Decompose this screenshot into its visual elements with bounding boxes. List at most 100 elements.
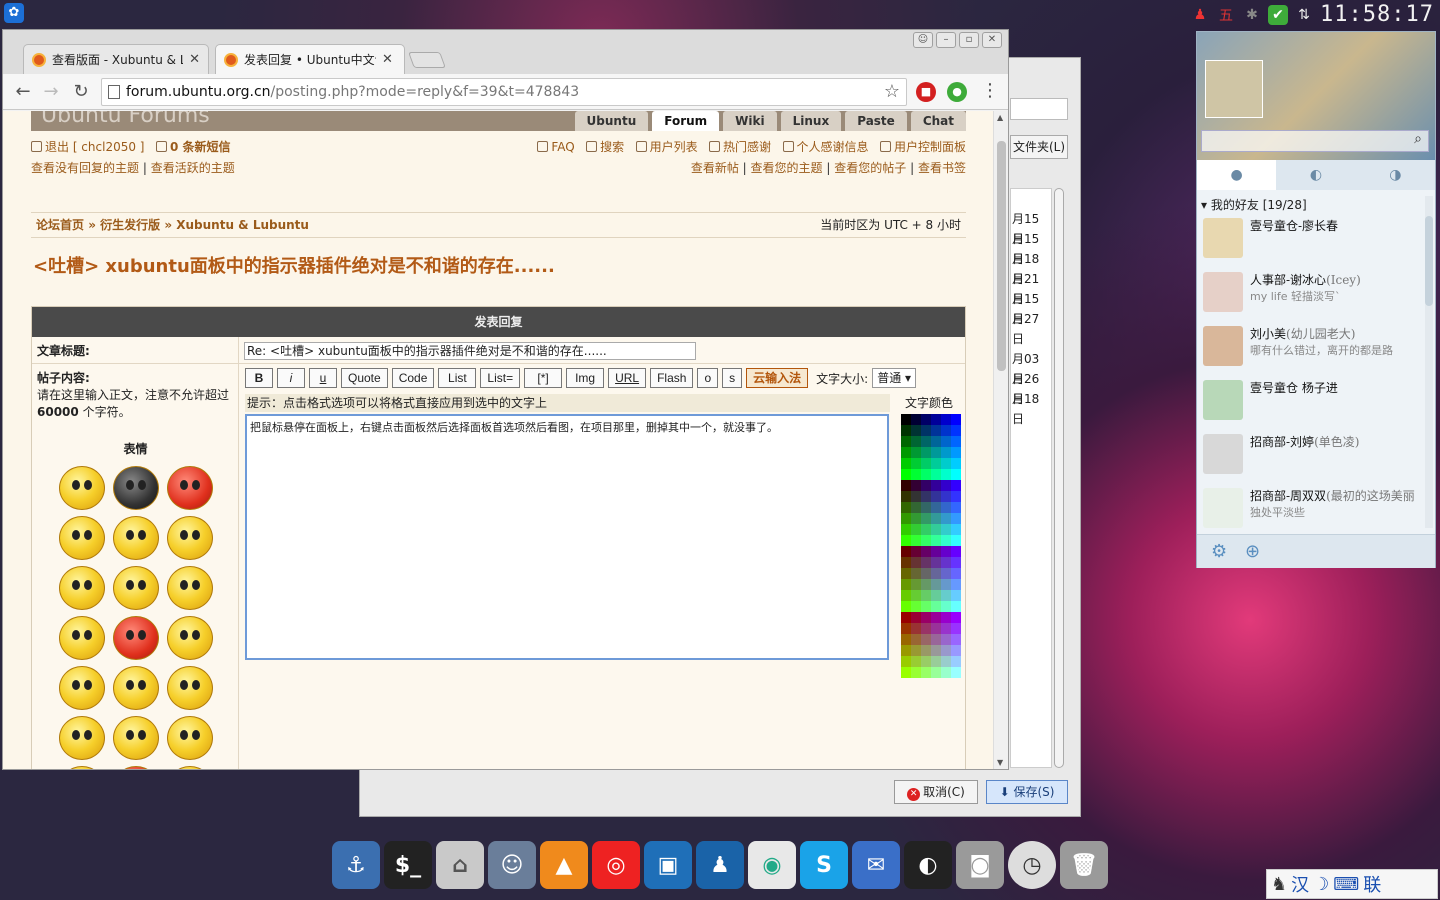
color-swatch[interactable] — [911, 612, 921, 623]
camera-icon[interactable]: ◙ — [956, 841, 1004, 889]
emoticon-icon[interactable] — [167, 466, 213, 510]
color-swatch[interactable] — [901, 447, 911, 458]
color-swatch[interactable] — [901, 491, 911, 502]
qq-scrollbar[interactable] — [1425, 196, 1433, 528]
logout-link[interactable]: 退出 [ chcl2050 ] — [45, 140, 144, 154]
color-swatch[interactable] — [911, 491, 921, 502]
your-topics-link[interactable]: 查看您的主题 — [751, 161, 823, 175]
qq-user-avatar[interactable] — [1205, 60, 1263, 118]
emoticon-icon[interactable] — [59, 516, 105, 560]
nav-wiki[interactable]: Wiki — [723, 111, 777, 131]
emoticon-icon[interactable] — [113, 616, 159, 660]
color-swatch[interactable] — [951, 414, 961, 425]
tab-close-icon[interactable]: ✕ — [189, 52, 200, 67]
emoticon-icon[interactable] — [59, 766, 105, 769]
color-swatch[interactable] — [921, 612, 931, 623]
anchor-app-icon[interactable]: ⚓ — [332, 841, 380, 889]
clock-app-icon[interactable]: ◷ — [1008, 841, 1056, 889]
clock[interactable]: 11:58:17 — [1320, 2, 1434, 27]
network-icon[interactable]: ⇅ — [1294, 5, 1314, 25]
friend-item[interactable]: 壹号童仓-廖长春 — [1197, 212, 1423, 266]
color-swatch[interactable] — [931, 623, 941, 634]
color-swatch[interactable] — [941, 480, 951, 491]
color-swatch[interactable] — [931, 414, 941, 425]
terminal-icon[interactable]: $_ — [384, 841, 432, 889]
page-scrollbar[interactable]: ▲ ▼ — [993, 111, 1008, 769]
color-swatch[interactable] — [901, 612, 911, 623]
font-size-select[interactable]: 普通 ▾ — [872, 368, 917, 388]
color-swatch[interactable] — [931, 656, 941, 667]
color-swatch[interactable] — [921, 557, 931, 568]
color-swatch[interactable] — [931, 469, 941, 480]
color-swatch[interactable] — [951, 645, 961, 656]
color-swatch[interactable] — [951, 634, 961, 645]
underline-button[interactable]: u — [309, 368, 337, 388]
color-swatch[interactable] — [911, 502, 921, 513]
color-swatch[interactable] — [941, 491, 951, 502]
color-swatch[interactable] — [931, 612, 941, 623]
color-swatch[interactable] — [921, 480, 931, 491]
active-topics-link[interactable]: 查看活跃的主题 — [151, 161, 235, 175]
color-swatch[interactable] — [951, 524, 961, 535]
color-swatch[interactable] — [901, 535, 911, 546]
hot-thanks-link[interactable]: 热门感谢 — [723, 140, 771, 154]
color-swatch[interactable] — [911, 601, 921, 612]
emoticon-icon[interactable] — [167, 666, 213, 710]
color-swatch[interactable] — [901, 414, 911, 425]
color-swatch[interactable] — [951, 535, 961, 546]
color-swatch[interactable] — [901, 634, 911, 645]
color-swatch[interactable] — [931, 491, 941, 502]
cancel-button[interactable]: ✕ 取消(C) — [894, 780, 978, 804]
color-swatch[interactable] — [901, 557, 911, 568]
color-swatch[interactable] — [911, 568, 921, 579]
minimize-button[interactable]: – — [936, 32, 956, 48]
emoticon-icon[interactable] — [59, 616, 105, 660]
color-swatch[interactable] — [941, 436, 951, 447]
color-swatch[interactable] — [911, 535, 921, 546]
color-swatch[interactable] — [931, 425, 941, 436]
color-swatch[interactable] — [921, 590, 931, 601]
color-swatch[interactable] — [941, 447, 951, 458]
color-swatch[interactable] — [921, 535, 931, 546]
color-swatch[interactable] — [901, 656, 911, 667]
color-swatch[interactable] — [931, 645, 941, 656]
color-swatch[interactable] — [951, 546, 961, 557]
color-swatch[interactable] — [911, 480, 921, 491]
url-button[interactable]: URL — [608, 368, 647, 388]
color-swatch[interactable] — [941, 502, 951, 513]
trash-icon[interactable]: 🗑 — [1060, 841, 1108, 889]
emoticon-icon[interactable] — [113, 466, 159, 510]
color-swatch[interactable] — [931, 436, 941, 447]
color-swatch[interactable] — [941, 414, 951, 425]
search-link[interactable]: 搜索 — [600, 140, 624, 154]
color-swatch[interactable] — [921, 546, 931, 557]
color-swatch[interactable] — [901, 667, 911, 678]
message-textarea[interactable]: 把鼠标悬停在面板上，右键点击面板然后选择面板首选项然后看图，在项目那里，删掉其中… — [245, 414, 889, 660]
update-icon[interactable]: ✔ — [1268, 4, 1289, 25]
emoticon-icon[interactable] — [113, 766, 159, 769]
breadcrumb-derivatives[interactable]: 衍生发行版 — [100, 218, 160, 232]
nav-forum[interactable]: Forum — [652, 111, 720, 131]
maximize-button[interactable]: ▫ — [959, 32, 979, 48]
ucp-link[interactable]: 用户控制面板 — [894, 140, 966, 154]
bookmarks-link[interactable]: 查看书签 — [918, 161, 966, 175]
color-swatch[interactable] — [901, 524, 911, 535]
color-swatch[interactable] — [921, 513, 931, 524]
color-swatch[interactable] — [931, 480, 941, 491]
color-swatch[interactable] — [901, 425, 911, 436]
color-swatch[interactable] — [911, 579, 921, 590]
friend-item[interactable]: 招商部-刘婷(单色凌) — [1197, 428, 1423, 482]
color-palette[interactable] — [901, 414, 961, 678]
friend-item[interactable]: 壹号童仓 杨子进 — [1197, 374, 1423, 428]
color-swatch[interactable] — [931, 458, 941, 469]
subject-input[interactable]: Re: <吐槽> xubuntu面板中的指示器插件绝对是不和谐的存在...... — [244, 342, 696, 360]
color-swatch[interactable] — [941, 590, 951, 601]
vlc-icon[interactable]: ▲ — [540, 841, 588, 889]
bluetooth-icon[interactable]: ✱ — [1242, 5, 1262, 25]
emoticon-icon[interactable] — [59, 666, 105, 710]
nav-chat[interactable]: Chat — [910, 111, 966, 131]
nav-linux[interactable]: Linux — [780, 111, 842, 131]
friend-item[interactable]: 招商部-周双双(最初的这场美丽 独处平淡些 — [1197, 482, 1423, 536]
menu-icon[interactable]: ⋮ — [981, 80, 999, 101]
color-swatch[interactable] — [931, 535, 941, 546]
